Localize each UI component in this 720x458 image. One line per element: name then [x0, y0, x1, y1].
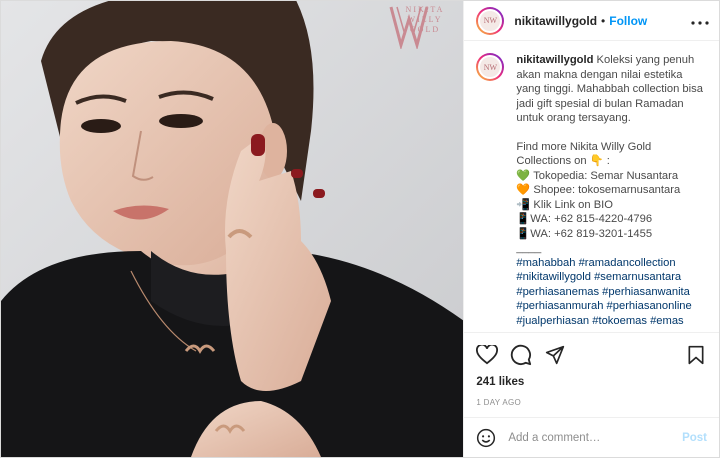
bookmark-icon[interactable]: [685, 344, 707, 366]
brand-logo-watermark: NIKITA WILLY GOLD: [389, 5, 461, 49]
caption-hashtags[interactable]: #mahabbah #ramadancollection #nikitawill…: [516, 256, 706, 329]
caption-text: nikitawillygold Koleksi yang penuh akan …: [516, 53, 706, 332]
avatar-monogram: NW: [478, 8, 503, 33]
instagram-post: NIKITA WILLY GOLD NW nikitawillygold • F…: [0, 0, 720, 458]
caption-line: 🧡 Shopee: tokosemarnusantara: [516, 184, 681, 196]
heart-icon[interactable]: [476, 344, 499, 366]
comment-input[interactable]: [508, 431, 683, 444]
smiley-icon[interactable]: [476, 428, 496, 448]
post-side-panel: NW nikitawillygold • Follow NW nikitawil…: [463, 1, 719, 457]
caption-avatar[interactable]: NW: [476, 53, 505, 81]
caption-line: 📱WA: +62 815-4220-4796: [516, 213, 653, 225]
caption-line: 📲 Klik Link on BIO: [516, 198, 613, 211]
post-comment-button[interactable]: Post: [682, 432, 707, 444]
header-avatar[interactable]: NW: [476, 6, 505, 35]
caption-line: 📱WA: +62 819-3201-1455: [516, 227, 653, 240]
portrait-illustration: [1, 1, 464, 457]
post-photo[interactable]: NIKITA WILLY GOLD: [1, 1, 464, 457]
post-header: NW nikitawillygold • Follow: [464, 1, 719, 41]
follow-button[interactable]: Follow: [609, 14, 647, 28]
likes-count[interactable]: 241 likes: [464, 376, 719, 394]
comment-icon[interactable]: [510, 344, 532, 366]
more-horizontal-icon[interactable]: [691, 12, 709, 30]
caption-find-more: Find more Nikita Willy Gold Collections …: [516, 140, 652, 168]
caption-area[interactable]: NW nikitawillygold Koleksi yang penuh ak…: [464, 41, 719, 332]
caption-line: 💚 Tokopedia: Semar Nusantara: [516, 169, 679, 182]
caption-divider: ____: [516, 242, 542, 254]
share-icon[interactable]: [544, 344, 566, 366]
action-bar: [464, 332, 719, 376]
header-separator: •: [601, 13, 606, 28]
post-timestamp[interactable]: 1 DAY AGO: [464, 394, 719, 417]
comment-box: Post: [464, 417, 719, 457]
nw-monogram-icon: [389, 6, 429, 49]
caption-username[interactable]: nikitawillygold: [516, 54, 593, 66]
avatar-monogram: NW: [478, 55, 503, 79]
header-username[interactable]: nikitawillygold: [514, 14, 597, 28]
